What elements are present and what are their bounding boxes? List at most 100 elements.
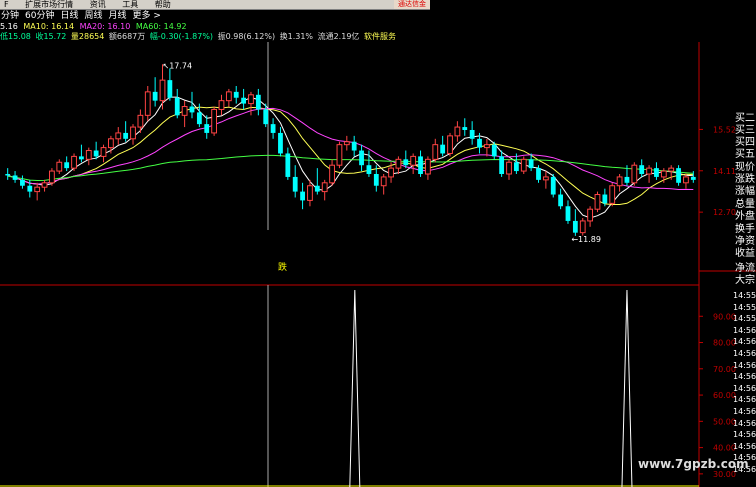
candle-body-down [373, 174, 379, 186]
side-label: 涨跌 [735, 174, 755, 185]
candle-body-up [388, 167, 394, 178]
candle-body-down [189, 106, 195, 113]
side-label: 总量 [735, 199, 755, 210]
candle-body-up [100, 147, 107, 157]
candle-body-down [565, 206, 571, 221]
candle-body-up [542, 176, 549, 181]
candle-body-up [225, 91, 232, 102]
ma10-line [7, 106, 694, 205]
candle-body-up [329, 164, 335, 184]
candle-body-up [85, 150, 92, 160]
side-label: 收益 [735, 248, 755, 259]
candle-body-down [79, 156, 84, 160]
candle-body-up [594, 194, 601, 210]
candle-body-down [418, 156, 423, 174]
candle-body-up [71, 155, 77, 169]
candle-body-down [196, 112, 202, 125]
candle-body-down [278, 132, 283, 154]
ma5-line [7, 96, 694, 219]
candle-body-up [211, 108, 218, 134]
candle-body-up [520, 158, 527, 172]
candle-body-down [351, 141, 357, 151]
candle-body-down [513, 162, 519, 172]
side-label: 净资 [735, 236, 755, 247]
candle-body-up [609, 185, 616, 204]
candle-body-up [248, 94, 254, 105]
sub-signal-label: 跌 [278, 262, 287, 273]
candle-body-down [558, 194, 564, 207]
side-label: 大宗 [735, 275, 755, 286]
candle-body-down [639, 165, 645, 174]
candle-body-down [462, 127, 468, 130]
candle-body-down [152, 91, 158, 101]
candle-body-up [447, 135, 453, 154]
time-tick: 14:56 [733, 441, 756, 451]
candle-body-up [506, 161, 512, 175]
time-tick: 14:56 [733, 372, 756, 382]
candle-body-up [108, 138, 114, 149]
chart-canvas[interactable]: 15.5214.1112.70↖17.74←11.8990.0080.0070.… [0, 0, 756, 487]
candle-body-up [683, 176, 689, 184]
candle-body-up [646, 167, 652, 175]
candle-body-up [181, 106, 188, 116]
time-tick: 14:56 [733, 418, 756, 428]
price-annotation: ↖17.74 [163, 61, 193, 70]
y-tick-label: 12.70 [713, 208, 736, 217]
candle-body-down [602, 194, 608, 204]
candle-body-down [93, 150, 99, 157]
candle-body-up [454, 126, 461, 137]
candle-body-up [56, 161, 63, 172]
watermark: www.7gpzb.com [638, 457, 749, 471]
candle-body-up [579, 220, 586, 234]
candle-body-up [130, 126, 136, 140]
candle-body-down [536, 168, 541, 180]
candle-body-up [380, 176, 387, 187]
candle-body-up [144, 91, 151, 116]
side-label: 现价 [735, 162, 755, 173]
time-tick: 14:56 [733, 337, 756, 347]
candle-body-down [572, 220, 578, 233]
candle-body-down [690, 176, 696, 180]
time-tick: 14:56 [733, 430, 756, 440]
time-tick: 14:56 [733, 325, 756, 335]
candle-body-up [616, 176, 623, 187]
candle-body-down [624, 176, 630, 183]
time-tick: 14:55 [733, 314, 756, 324]
candle-body-down [255, 94, 261, 110]
candle-body-up [660, 170, 667, 178]
candle-body-up [432, 144, 439, 160]
candle-body-down [174, 97, 180, 116]
candle-body-down [5, 174, 11, 176]
candle-body-up [336, 144, 343, 166]
candle-body-up [395, 158, 402, 169]
time-tick: 14:56 [733, 407, 756, 416]
candle-body-down [292, 176, 298, 192]
candle-body-up [49, 170, 55, 184]
candle-body-down [64, 162, 70, 169]
candle-body-down [300, 191, 305, 201]
candle-body-up [668, 167, 675, 172]
candle-body-up [410, 155, 417, 166]
stock-chart-window: F 扩展市场行情 资讯 工具 帮助 通达信金 分钟 60分钟 日线 周线 月线 更多 > … [0, 0, 756, 487]
candle-body-down [477, 138, 482, 148]
side-label: 外盘 [735, 211, 755, 222]
candle-body-up [115, 132, 122, 140]
candle-body-up [218, 100, 225, 110]
candle-body-up [41, 182, 48, 188]
candle-body-up [307, 185, 313, 201]
candle-body-down [27, 185, 33, 192]
time-tick: 14:55 [733, 302, 756, 312]
candle-body-down [528, 159, 534, 169]
candle-body-down [491, 144, 497, 157]
candle-body-down [359, 150, 364, 166]
side-label: 买三 [735, 125, 755, 136]
side-label: 涨幅 [735, 186, 755, 197]
candle-body-up [425, 158, 431, 175]
candle-body-down [366, 165, 372, 174]
candle-body-up [137, 114, 144, 128]
candle-body-down [654, 168, 659, 177]
candle-body-down [263, 109, 269, 125]
signal-spike [349, 289, 361, 487]
candle-body-down [550, 176, 556, 195]
candle-body-down [270, 124, 276, 133]
